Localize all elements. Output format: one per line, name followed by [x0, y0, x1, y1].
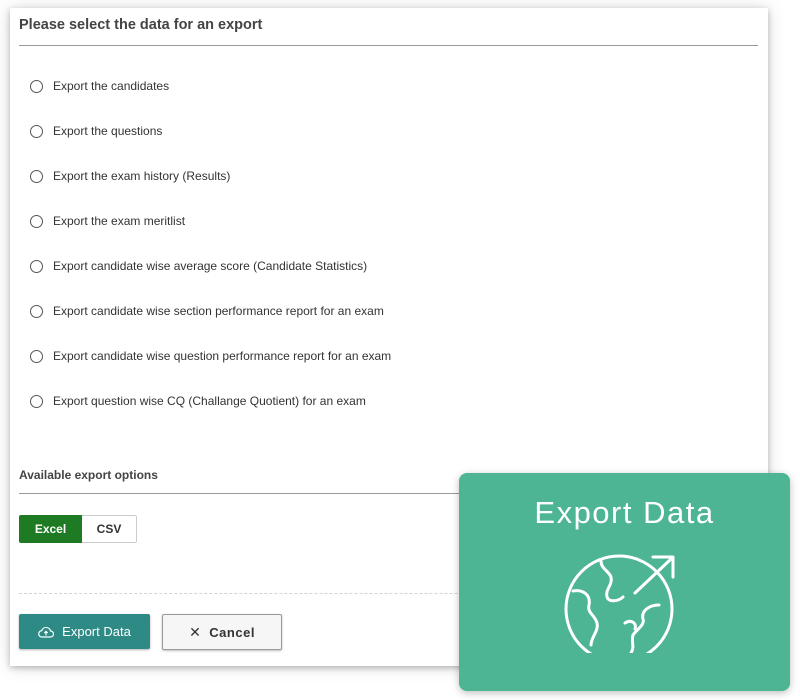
radio-button[interactable] [30, 304, 43, 318]
option-label: Export the questions [53, 124, 163, 138]
radio-button[interactable] [30, 79, 43, 93]
option-export-questions[interactable]: Export the questions [30, 121, 162, 141]
option-export-average-score[interactable]: Export candidate wise average score (Can… [30, 256, 367, 276]
option-label: Export the exam history (Results) [53, 169, 231, 183]
radio-button[interactable] [30, 214, 43, 228]
option-export-exam-history[interactable]: Export the exam history (Results) [30, 166, 230, 186]
option-export-question-cq[interactable]: Export question wise CQ (Challange Quoti… [30, 391, 366, 411]
option-label: Export candidate wise section performanc… [53, 304, 384, 318]
option-export-section-performance[interactable]: Export candidate wise section performanc… [30, 301, 384, 321]
cancel-button[interactable]: ✕ Cancel [162, 614, 282, 650]
option-label: Export question wise CQ (Challange Quoti… [53, 394, 366, 408]
radio-button[interactable] [30, 124, 43, 138]
option-label: Export the exam meritlist [53, 214, 186, 228]
export-data-button[interactable]: Export Data [19, 614, 150, 649]
option-label: Export the candidates [53, 79, 170, 93]
cloud-upload-icon [38, 626, 55, 638]
globe-export-icon [564, 554, 675, 653]
radio-button[interactable] [30, 169, 43, 183]
radio-button[interactable] [30, 349, 43, 363]
export-options-title: Available export options [19, 468, 158, 482]
option-export-meritlist[interactable]: Export the exam meritlist [30, 211, 185, 231]
radio-button[interactable] [30, 259, 43, 273]
export-data-promo-card: Export Data [459, 473, 790, 691]
cancel-label: Cancel [209, 624, 255, 640]
option-label: Export candidate wise average score (Can… [53, 259, 368, 273]
format-toggle-group: Excel CSV [19, 515, 137, 543]
format-csv-button[interactable]: CSV [82, 515, 137, 543]
option-export-question-performance[interactable]: Export candidate wise question performan… [30, 346, 391, 366]
close-icon: ✕ [189, 623, 202, 640]
page-title: Please select the data for an export [19, 17, 263, 33]
promo-title: Export Data [534, 495, 715, 530]
option-label: Export candidate wise question performan… [53, 349, 392, 363]
format-excel-button[interactable]: Excel [19, 515, 82, 543]
export-data-label: Export Data [62, 624, 131, 639]
radio-button[interactable] [30, 394, 43, 408]
title-divider [19, 45, 758, 46]
option-export-candidates[interactable]: Export the candidates [30, 76, 169, 96]
